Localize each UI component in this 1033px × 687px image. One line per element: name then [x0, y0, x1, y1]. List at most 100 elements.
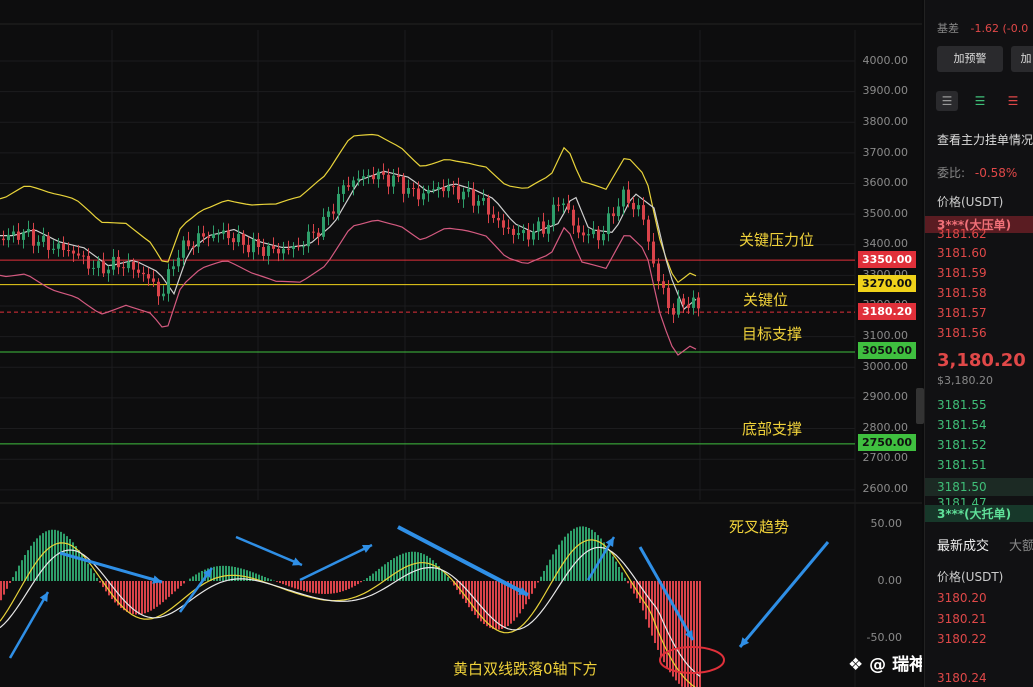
- macd-bar: [264, 577, 266, 581]
- macd-bar: [144, 581, 146, 614]
- candle-body: [487, 197, 490, 215]
- macd-tick: -50.00: [866, 631, 902, 644]
- bid-price[interactable]: 3181.52: [937, 438, 987, 452]
- layout-asks-icon[interactable]: ☰: [1002, 91, 1024, 111]
- ask-price[interactable]: 3181.57: [937, 306, 987, 320]
- macd-bar: [411, 551, 413, 581]
- candle-body: [212, 234, 215, 239]
- candle-body: [342, 185, 345, 194]
- macd-bar: [621, 572, 623, 581]
- candle-body: [407, 188, 410, 194]
- bid-price[interactable]: 3181.54: [937, 418, 987, 432]
- macd-bar: [522, 581, 524, 610]
- order-book-panel: 基差 -1.62 (-0.0 加预警 加 ☰ ☰ ☰ 查看主力挂单情况 委比: …: [924, 0, 1033, 687]
- macd-bar: [357, 581, 359, 585]
- ask-price[interactable]: 3181.58: [937, 286, 987, 300]
- candle-body: [447, 186, 450, 192]
- layout-bids-icon[interactable]: ☰: [969, 91, 991, 111]
- macd-bar: [45, 531, 47, 581]
- bid-price[interactable]: 3181.55: [937, 398, 987, 412]
- macd-bar: [174, 581, 176, 592]
- tab-large-trades[interactable]: 大额: [1009, 535, 1033, 554]
- y-tick: 2900.00: [862, 390, 909, 403]
- candle-body: [97, 261, 100, 268]
- basis-row: 基差 -1.62 (-0.0: [937, 20, 1028, 36]
- panel-collapse-handle[interactable]: [916, 388, 924, 424]
- basis-value: -1.62 (-0.0: [970, 22, 1029, 35]
- candle-body: [67, 250, 70, 252]
- last-price: 3,180.20: [937, 350, 1026, 371]
- macd-bar: [126, 581, 128, 612]
- macd-bar: [87, 563, 89, 581]
- candle-body: [567, 203, 570, 210]
- chart-area[interactable]: 4000.00 3900.00 3800.00 3700.00 3600.00 …: [0, 0, 922, 687]
- macd-bar: [342, 581, 344, 592]
- candle-body: [167, 269, 170, 294]
- bid-price[interactable]: 3181.51: [937, 458, 987, 472]
- macd-bar: [372, 573, 374, 581]
- layout-both-icon[interactable]: ☰: [936, 91, 958, 111]
- candle-body: [397, 175, 400, 177]
- commission-value: -0.58%: [974, 166, 1018, 180]
- macd-bar: [501, 581, 503, 629]
- macd-bar: [33, 541, 35, 581]
- macd-bar: [393, 558, 395, 581]
- candle-body: [382, 171, 385, 175]
- candle-body: [357, 178, 360, 181]
- macd-bar: [339, 581, 341, 593]
- candle-body: [412, 188, 415, 190]
- macd-bar: [168, 581, 170, 597]
- macd-bar: [468, 581, 470, 608]
- candle-body: [142, 272, 145, 275]
- y-tick: 3700.00: [862, 146, 909, 159]
- candle-body: [177, 257, 180, 267]
- add-alert-button[interactable]: 加预警: [937, 46, 1003, 72]
- watermark: ❖ @ 瑞神看趋势: [848, 650, 922, 675]
- candle-body: [317, 232, 320, 237]
- candle-body: [77, 253, 80, 256]
- ask-price[interactable]: 3181.56: [937, 326, 987, 340]
- ask-price[interactable]: 3181.60: [937, 246, 987, 260]
- candle-body: [562, 203, 565, 206]
- macd-bar: [381, 566, 383, 581]
- macd-bar: [177, 581, 179, 589]
- add-button[interactable]: 加: [1011, 46, 1033, 72]
- macd-bar: [306, 581, 308, 592]
- candle-body: [307, 231, 310, 247]
- tab-latest-trades[interactable]: 最新成交: [937, 535, 989, 554]
- candle-body: [547, 224, 550, 234]
- macd-bar: [681, 581, 683, 687]
- candle-body: [247, 244, 250, 253]
- annotation-macd-note: 黄白双线跌落0轴下方: [453, 660, 598, 678]
- candle-body: [367, 175, 370, 177]
- candle-body: [432, 189, 435, 191]
- macd-bar: [9, 581, 11, 583]
- y-tick: 3500.00: [862, 207, 909, 220]
- macd-bar: [3, 581, 5, 595]
- macd-bar: [345, 581, 347, 591]
- candle-body: [277, 248, 280, 254]
- candle-body: [17, 231, 20, 240]
- macd-bar: [609, 551, 611, 581]
- macd-bar: [138, 581, 140, 615]
- macd-bar: [156, 581, 158, 607]
- candle-body: [362, 176, 365, 179]
- macd-bar: [375, 571, 377, 581]
- macd-bar: [261, 575, 263, 581]
- macd-bar: [351, 581, 353, 588]
- candle-body: [597, 229, 600, 241]
- ask-price[interactable]: 3181.62: [937, 227, 987, 241]
- candle-body: [172, 266, 175, 270]
- level-tag-current: 3180.20: [858, 303, 916, 320]
- candle-body: [377, 171, 380, 180]
- candle-body: [62, 243, 65, 251]
- ask-price[interactable]: 3181.59: [937, 266, 987, 280]
- macd-bar: [531, 581, 533, 594]
- candle-body: [647, 219, 650, 242]
- price-header: 价格(USDT): [937, 195, 1004, 209]
- macd-bar: [321, 581, 323, 594]
- bid-price[interactable]: 3181.50: [925, 478, 1033, 496]
- macd-bar: [648, 581, 650, 628]
- commission-label: 委比:: [937, 166, 966, 180]
- view-orders-link[interactable]: 查看主力挂单情况: [937, 131, 1033, 148]
